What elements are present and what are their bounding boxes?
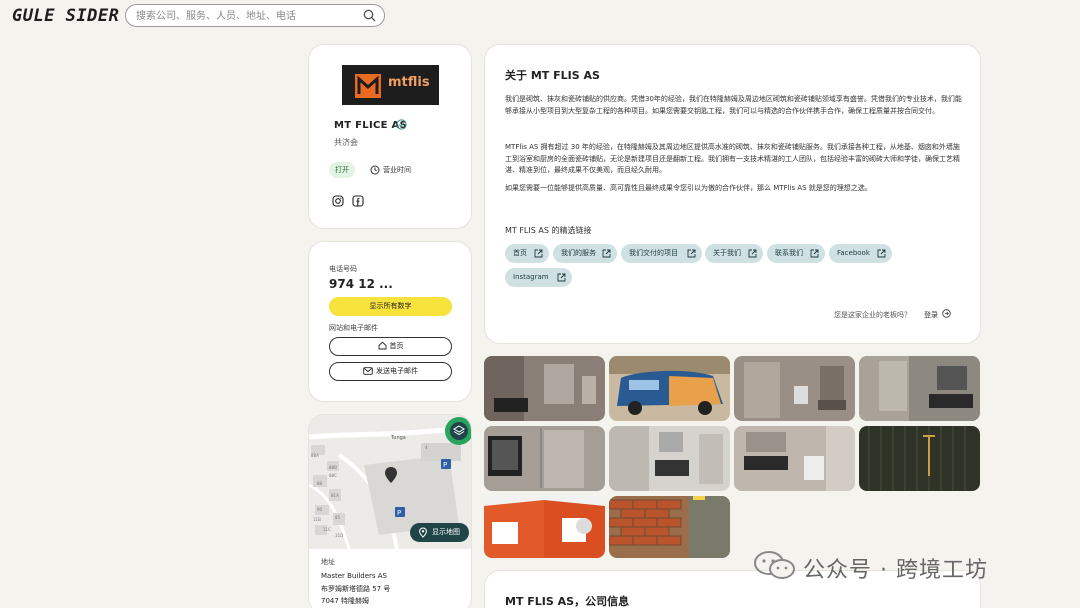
about-paragraph-2: MTFlis AS 拥有超过 30 年的经验，在特隆赫姆及其周边地区提供高水准的…	[505, 143, 960, 174]
link-chip-label: Facebook	[837, 249, 870, 257]
home-icon	[378, 341, 386, 350]
instagram-icon[interactable]	[332, 195, 344, 207]
link-chip-label: 我们的服务	[561, 249, 596, 257]
gallery-photo-brickwork[interactable]	[609, 496, 730, 558]
owner-question: 您是这家企业的老板吗？	[834, 311, 911, 319]
login-link[interactable]: 登录	[924, 309, 951, 320]
map-house-label: 11B	[313, 517, 321, 522]
map-house-label: 11C	[323, 527, 331, 532]
external-link-icon	[810, 249, 819, 258]
gallery-photo-shower-tiles[interactable]	[859, 426, 980, 491]
link-chip-facebook[interactable]: Facebook	[829, 244, 892, 263]
layers-icon	[453, 425, 465, 436]
facebook-icon[interactable]	[352, 195, 364, 207]
send-email-button[interactable]: 发送电子邮件	[329, 362, 452, 381]
map-street-label: Tunga	[391, 435, 406, 441]
map-card: P P Tunga 88A 88B 88C 88 81A 90 85 11B 1…	[308, 414, 472, 608]
company-logo: mtflis	[342, 65, 439, 105]
external-link-icon	[748, 249, 757, 258]
show-map-button[interactable]: 显示地图	[410, 523, 469, 542]
web-email-label: 网站和电子邮件	[329, 324, 378, 332]
about-paragraph-1: 我们是砌筑、抹灰和瓷砖铺贴的供应商。凭借30年的经验，我们在特隆赫姆及周边地区砌…	[505, 95, 962, 115]
homepage-button[interactable]: 首页	[329, 337, 452, 356]
homepage-button-label: 首页	[389, 342, 404, 350]
map-house-label: 90	[317, 507, 323, 512]
link-chip-projects[interactable]: 我们交付的项目	[621, 244, 702, 263]
show-number-button[interactable]: 显示所有数字	[329, 297, 452, 316]
link-chip-label: 首页	[513, 249, 527, 257]
address-label: 地址	[321, 558, 335, 566]
link-chip-label: 联系我们	[775, 249, 803, 257]
location-map[interactable]: P P Tunga 88A 88B 88C 88 81A 90 85 11B 1…	[309, 415, 471, 549]
gallery-photo-bathroom-1[interactable]	[484, 356, 605, 421]
search-icon[interactable]	[363, 9, 376, 22]
map-house-label: 88	[317, 481, 323, 486]
about-card: 关于 MT FLIS AS 我们是砌筑、抹灰和瓷砖铺贴的供应商。凭借30年的经验…	[484, 44, 981, 344]
link-chip-instagram[interactable]: Instagram	[505, 268, 572, 287]
map-layers-button[interactable]	[445, 417, 471, 445]
map-house-label: 81A	[331, 493, 339, 498]
map-house-label: 85	[335, 515, 341, 520]
company-info-title: MT FLIS AS，公司信息	[505, 595, 630, 608]
gallery-photo-bathroom-3[interactable]	[859, 356, 980, 421]
watermark-text: 公众号 · 跨境工坊	[803, 558, 988, 583]
wechat-watermark: 公众号 · 跨境工坊	[753, 548, 1053, 583]
gallery-photo-bathroom-5[interactable]	[609, 426, 730, 491]
address-line-2: 布罗姆斯塔德路 57 号	[321, 585, 391, 593]
about-paragraph-3: 如果您需要一位能够提供高质量、高可靠性且最终成果令您引以为傲的合作伙伴，那么 M…	[505, 184, 872, 192]
top-bar: GULE SIDER	[0, 0, 1080, 32]
map-house-label: 11D	[335, 533, 344, 538]
company-city: 共济会	[334, 138, 358, 147]
external-link-icon	[877, 249, 886, 258]
gallery-photo-vans-logo[interactable]	[484, 496, 605, 558]
external-link-icon	[602, 249, 611, 258]
gallery-photo-bathroom-4[interactable]	[484, 426, 605, 491]
phone-label: 电话号码	[329, 265, 357, 273]
login-label: 登录	[924, 311, 938, 319]
map-house-label: 88B	[329, 465, 337, 470]
link-chip-about[interactable]: 关于我们	[705, 244, 763, 263]
search-input[interactable]	[136, 8, 356, 24]
svg-text:P: P	[397, 509, 401, 517]
link-chip-label: Instagram	[513, 273, 549, 281]
verified-icon	[396, 119, 407, 130]
search-box[interactable]	[125, 4, 385, 27]
send-email-label: 发送电子邮件	[376, 367, 418, 375]
external-link-icon	[534, 249, 543, 258]
clock-icon	[370, 165, 380, 175]
contact-card: 电话号码 974 12 ... 显示所有数字 网站和电子邮件 首页 发送电子邮件	[308, 241, 472, 402]
phone-number: 974 12 ...	[329, 277, 393, 291]
link-chip-contact[interactable]: 联系我们	[767, 244, 825, 263]
svg-text:P: P	[443, 461, 447, 469]
show-map-label: 显示地图	[432, 528, 460, 536]
map-house-label: 88A	[311, 453, 319, 458]
link-chip-home[interactable]: 首页	[505, 244, 549, 263]
arrow-right-circle-icon	[942, 309, 951, 318]
address-line-1: Master Builders AS	[321, 572, 387, 580]
site-logo[interactable]: GULE SIDER	[12, 6, 119, 26]
gallery-photo-bathroom-6[interactable]	[734, 426, 855, 491]
link-chip-label: 我们交付的项目	[629, 249, 678, 257]
map-pin-icon	[419, 527, 427, 538]
external-link-icon	[557, 273, 566, 282]
opening-hours-label: 营业时间	[383, 166, 411, 174]
open-status-badge: 打开	[329, 162, 355, 178]
address-line-3: 7047 特隆赫姆	[321, 597, 370, 605]
gallery-photo-van[interactable]	[609, 356, 730, 421]
link-chip-services[interactable]: 我们的服务	[553, 244, 617, 263]
featured-links-title: MT FLIS AS 的精选链接	[505, 226, 592, 235]
about-title: 关于 MT FLIS AS	[505, 69, 600, 82]
link-chip-label: 关于我们	[713, 249, 741, 257]
external-link-icon	[687, 249, 696, 258]
map-house-label: 4	[425, 445, 428, 450]
profile-card: mtflis MT FLICE AS 共济会 打开 营业时间	[308, 44, 472, 229]
mail-icon	[363, 367, 373, 375]
gallery-photo-bathroom-2[interactable]	[734, 356, 855, 421]
map-house-label: 88C	[329, 473, 337, 478]
wechat-icon	[754, 551, 795, 579]
